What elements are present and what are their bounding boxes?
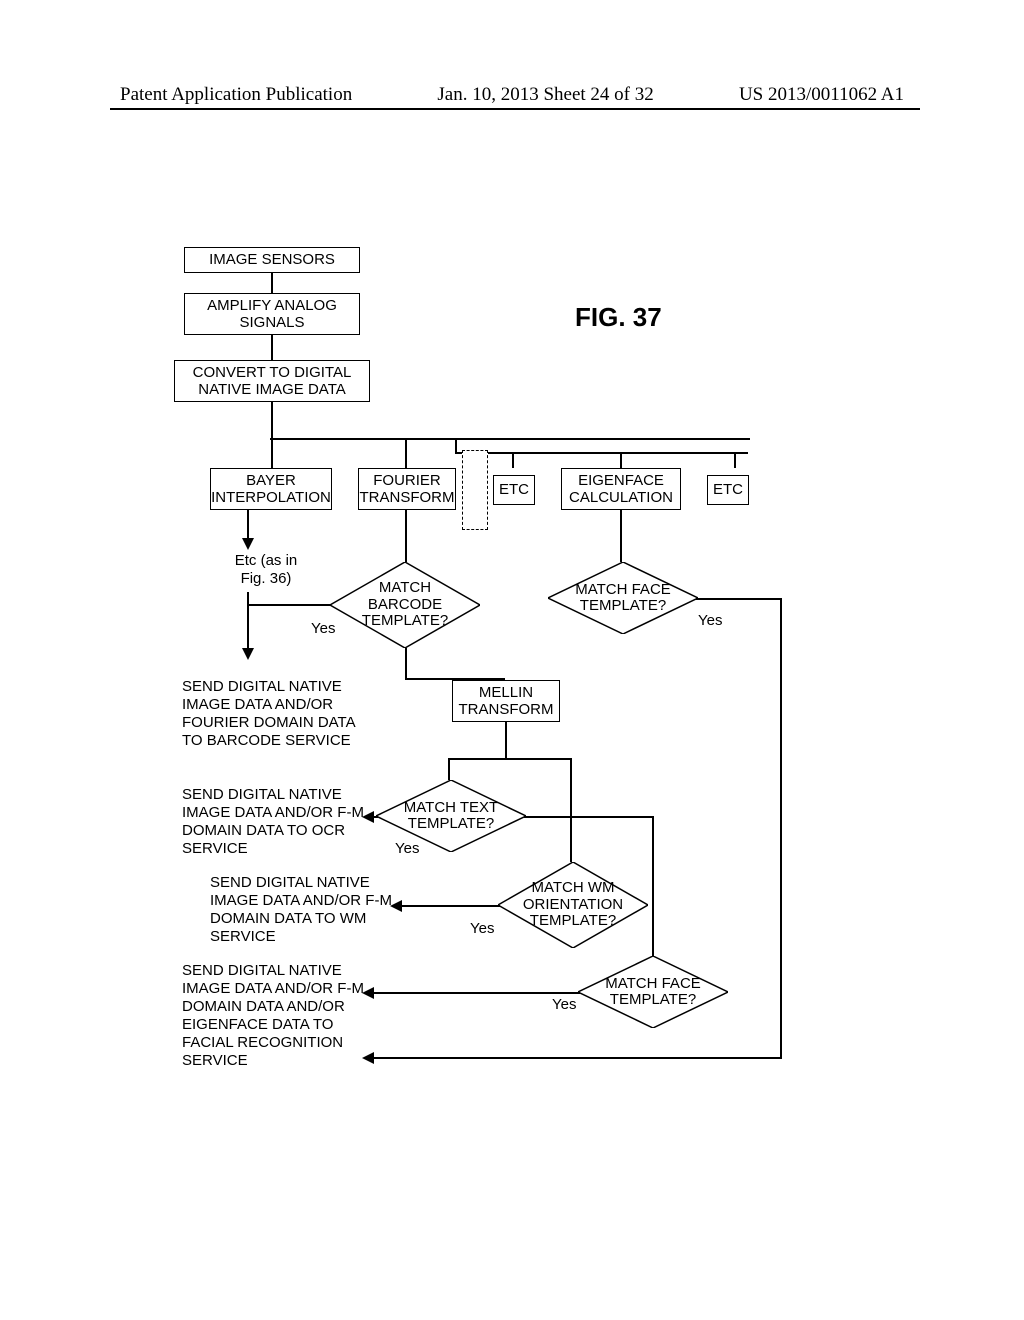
box-convert: CONVERT TO DIGITAL NATIVE IMAGE DATA	[174, 360, 370, 402]
line-bus	[270, 438, 750, 440]
line-etc-down	[247, 592, 249, 650]
line-to-textd	[448, 758, 450, 780]
header-rule	[110, 108, 920, 110]
line-text-right	[524, 816, 654, 818]
diamond-barcode-label: MATCH BARCODE TEMPLATE?	[330, 562, 480, 648]
line-text-down	[652, 816, 654, 956]
dashed-etc-container	[462, 450, 488, 530]
line-to-bayer	[271, 438, 273, 468]
yes-barcode: Yes	[311, 620, 335, 638]
diamond-face2: MATCH FACE TEMPLATE?	[578, 956, 728, 1028]
arrow-bayer-down	[242, 538, 254, 550]
line-sensors-amplify	[271, 273, 273, 293]
header-left: Patent Application Publication	[120, 84, 352, 106]
line-mellin-bus	[448, 758, 572, 760]
line-bus-right	[455, 452, 748, 454]
line-face2-yes	[372, 992, 580, 994]
yes-face2: Yes	[552, 996, 576, 1014]
diamond-wm: MATCH WM ORIENTATION TEMPLATE?	[498, 862, 648, 948]
line-to-eigen	[620, 452, 622, 468]
box-etc2: ETC	[707, 475, 749, 505]
line-face1-toleft	[372, 1057, 782, 1059]
action-face: SEND DIGITAL NATIVE IMAGE DATA AND/OR F-…	[182, 962, 392, 1070]
yes-text: Yes	[395, 840, 419, 858]
header-right: US 2013/0011062 A1	[739, 84, 904, 106]
line-convert-bus	[271, 402, 273, 438]
box-etc1: ETC	[493, 475, 535, 505]
action-ocr: SEND DIGITAL NATIVE IMAGE DATA AND/OR F-…	[182, 786, 392, 858]
line-to-fourier	[405, 438, 407, 468]
line-eigen-face1	[620, 510, 622, 562]
line-mellin-down	[505, 722, 507, 758]
page-header: Patent Application Publication Jan. 10, …	[0, 84, 1024, 106]
line-to-etc2	[734, 452, 736, 468]
diamond-face1-label: MATCH FACE TEMPLATE?	[548, 562, 698, 634]
yes-wm: Yes	[470, 920, 494, 938]
box-amplify: AMPLIFY ANALOG SIGNALS	[184, 293, 360, 335]
line-face1-down	[780, 598, 782, 1058]
line-amplify-convert	[271, 335, 273, 360]
diamond-barcode: MATCH BARCODE TEMPLATE?	[330, 562, 480, 648]
diamond-wm-label: MATCH WM ORIENTATION TEMPLATE?	[498, 862, 648, 948]
header-center: Jan. 10, 2013 Sheet 24 of 32	[437, 84, 653, 106]
diamond-face2-label: MATCH FACE TEMPLATE?	[578, 956, 728, 1028]
etc-note: Etc (as in Fig. 36)	[226, 552, 306, 588]
box-mellin: MELLIN TRANSFORM	[452, 680, 560, 722]
arrow-etc-down	[242, 648, 254, 660]
box-fourier: FOURIER TRANSFORM	[358, 468, 456, 510]
action-barcode: SEND DIGITAL NATIVE IMAGE DATA AND/OR FO…	[182, 678, 382, 750]
yes-face1: Yes	[698, 612, 722, 630]
line-fourier-barcode	[405, 510, 407, 562]
box-bayer: BAYER INTERPOLATION	[210, 468, 332, 510]
box-eigenface: EIGENFACE CALCULATION	[561, 468, 681, 510]
line-face1-right	[696, 598, 782, 600]
box-image-sensors: IMAGE SENSORS	[184, 247, 360, 273]
line-barcode-yes	[247, 604, 331, 606]
line-barcode-mellin-v	[405, 648, 407, 678]
line-bus-short	[455, 438, 457, 452]
action-wm: SEND DIGITAL NATIVE IMAGE DATA AND/OR F-…	[210, 874, 420, 946]
diamond-face1: MATCH FACE TEMPLATE?	[548, 562, 698, 634]
line-to-wmd	[570, 758, 572, 862]
figure-label: FIG. 37	[575, 302, 662, 333]
line-bayer-down	[247, 510, 249, 540]
line-to-etc1	[512, 452, 514, 468]
